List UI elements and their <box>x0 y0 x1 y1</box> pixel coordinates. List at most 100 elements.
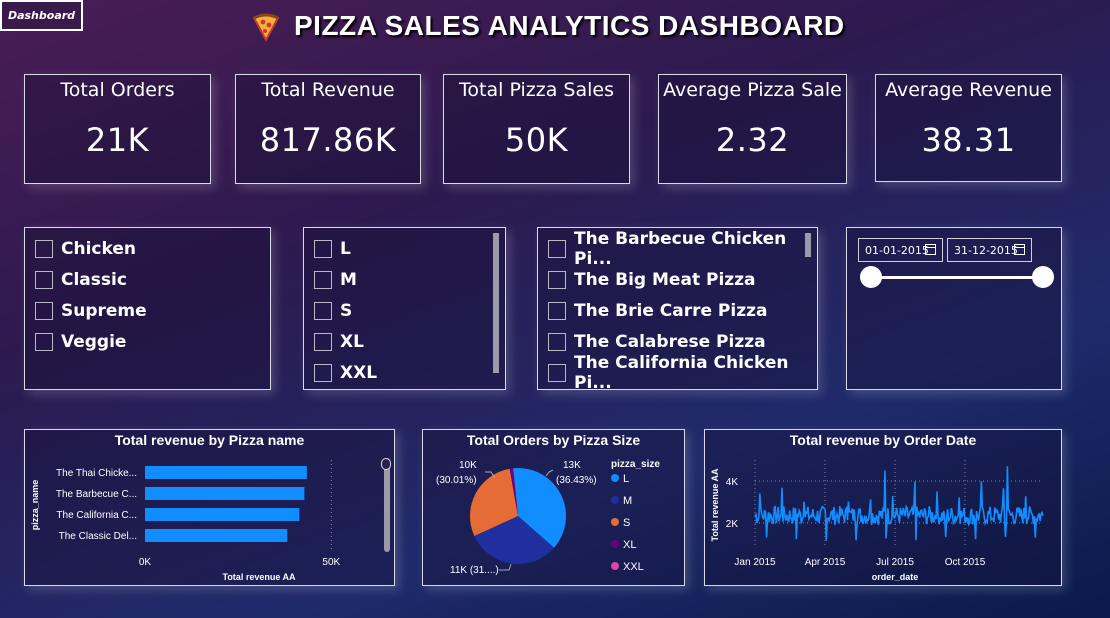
date-range-start-handle[interactable] <box>860 266 882 288</box>
slicer-item-xl[interactable]: XL <box>304 326 505 357</box>
date-range-track <box>872 276 1042 279</box>
scrollbar[interactable] <box>384 458 390 552</box>
slicer-item-pizza[interactable]: The Barbecue Chicken Pi... <box>538 229 817 269</box>
dashboard-tab[interactable]: Dashboard <box>0 0 83 31</box>
checkbox[interactable] <box>35 270 53 289</box>
slicer-item-label: Chicken <box>61 238 136 259</box>
slicer-item-pizza[interactable]: The Big Meat Pizza <box>538 264 817 295</box>
category-slicer: Chicken Classic Supreme Veggie <box>24 227 271 390</box>
x-tick-label: Jul 2015 <box>876 557 914 568</box>
calendar-icon[interactable] <box>1014 244 1025 255</box>
x-axis-label: order_date <box>872 572 919 582</box>
calendar-icon[interactable] <box>925 244 936 255</box>
slicer-item-veggie[interactable]: Veggie <box>25 326 270 357</box>
kpi-total-orders: Total Orders 21K <box>24 74 211 184</box>
x-tick-label: 50K <box>322 557 340 568</box>
legend-title: pizza_size <box>611 459 660 470</box>
leader-line <box>545 469 554 477</box>
bar-category-label: The Thai Chicke... <box>56 468 137 479</box>
scrollbar[interactable] <box>493 233 499 373</box>
end-date-input[interactable]: 31-12-2015 <box>947 238 1032 262</box>
slicer-item-label: XL <box>340 331 364 352</box>
start-date-input[interactable]: 01-01-2015 <box>858 238 943 262</box>
kpi-label: Average Pizza Sale <box>663 79 842 101</box>
data-label: 11K (31....) <box>450 565 499 576</box>
slicer-item-pizza[interactable]: The California Chicken Pi... <box>538 353 817 393</box>
page-header: PIZZA SALES ANALYTICS DASHBOARD <box>250 8 845 44</box>
slicer-item-label: XXL <box>340 362 378 383</box>
checkbox[interactable] <box>548 332 566 351</box>
pizza-name-slicer: The Barbecue Chicken Pi... The Big Meat … <box>537 227 818 393</box>
slicer-item-s[interactable]: S <box>304 295 505 326</box>
revenue-by-order-date-chart: Total revenue by Order Date 4K 2K Jan 2015… <box>704 429 1062 586</box>
legend-label: L <box>623 473 629 485</box>
line-series <box>754 466 1044 541</box>
checkbox[interactable] <box>548 363 566 382</box>
checkbox[interactable] <box>548 270 566 289</box>
pie-chart-svg: 13K (36.43%) 11K (31....) 10K (30.01%) pizza_… <box>436 459 660 576</box>
checkbox[interactable] <box>314 363 332 382</box>
legend-marker <box>611 540 619 548</box>
kpi-value: 21K <box>85 121 150 159</box>
data-label: (36.43%) <box>556 475 597 486</box>
bar <box>145 487 305 500</box>
y-tick-label: 4K <box>726 477 739 488</box>
slicer-item-classic[interactable]: Classic <box>25 264 270 295</box>
kpi-average-revenue: Average Revenue 38.31 <box>875 74 1062 182</box>
slicer-item-label: The Brie Carre Pizza <box>574 300 768 321</box>
kpi-label: Average Revenue <box>885 79 1052 101</box>
legend-label: XXL <box>623 561 644 573</box>
kpi-value: 38.31 <box>921 121 1016 159</box>
checkbox[interactable] <box>314 239 332 258</box>
checkbox[interactable] <box>314 270 332 289</box>
y-axis-label: Total revenue AA <box>710 468 720 542</box>
slicer-item-label: L <box>340 238 351 259</box>
legend-label: M <box>623 495 632 507</box>
bar-category-label: The Barbecue C... <box>56 489 137 500</box>
legend-marker <box>611 474 619 482</box>
slicer-item-xxl[interactable]: XXL <box>304 357 505 388</box>
x-tick-label: Apr 2015 <box>805 557 846 568</box>
y-tick-label: 2K <box>726 519 739 530</box>
checkbox[interactable] <box>35 301 53 320</box>
data-label: 10K <box>459 460 477 471</box>
slicer-item-pizza[interactable]: The Brie Carre Pizza <box>538 295 817 326</box>
end-date-value: 31-12-2015 <box>954 243 1018 257</box>
checkbox[interactable] <box>548 301 566 320</box>
slicer-item-label: Veggie <box>61 331 127 352</box>
slicer-item-l[interactable]: L <box>304 233 505 264</box>
bar <box>145 529 288 542</box>
bar-chart-svg: The Thai Chicke... The Barbecue C... The C… <box>30 460 341 582</box>
slicer-item-label: M <box>340 269 357 290</box>
kpi-value: 2.32 <box>715 121 790 159</box>
pizza-icon <box>252 13 280 42</box>
page-title: PIZZA SALES ANALYTICS DASHBOARD <box>294 10 845 41</box>
checkbox[interactable] <box>314 301 332 320</box>
x-axis-label: Total revenue AA <box>222 572 296 582</box>
legend-label: S <box>623 517 630 529</box>
legend-label: XL <box>623 539 636 551</box>
x-tick-label: Jan 2015 <box>734 557 776 568</box>
kpi-total-revenue: Total Revenue 817.86K <box>235 74 421 184</box>
date-range-end-handle[interactable] <box>1032 266 1054 288</box>
scrollbar-handle[interactable] <box>381 458 391 470</box>
checkbox[interactable] <box>314 332 332 351</box>
start-date-value: 01-01-2015 <box>865 243 929 257</box>
size-slicer: L M S XL XXL <box>303 227 506 390</box>
checkbox[interactable] <box>548 239 566 258</box>
leader-line <box>499 563 512 571</box>
checkbox[interactable] <box>35 239 53 258</box>
slicer-item-label: Supreme <box>61 300 147 321</box>
kpi-value: 817.86K <box>259 121 397 159</box>
kpi-average-pizza-sale: Average Pizza Sale 2.32 <box>658 74 847 184</box>
bar-category-label: The California C... <box>56 510 137 521</box>
line-chart-svg: 4K 2K Jan 2015 Apr 2015 Jul 2015 Oct 2015 orde… <box>710 460 1044 582</box>
slicer-item-m[interactable]: M <box>304 264 505 295</box>
data-label: (30.01%) <box>436 475 477 486</box>
scrollbar[interactable] <box>805 233 811 257</box>
revenue-by-pizza-name-chart: Total revenue by Pizza name The Thai Chi… <box>24 429 395 586</box>
slicer-item-chicken[interactable]: Chicken <box>25 233 270 264</box>
dashboard-tab-label: Dashboard <box>7 9 76 22</box>
checkbox[interactable] <box>35 332 53 351</box>
slicer-item-supreme[interactable]: Supreme <box>25 295 270 326</box>
